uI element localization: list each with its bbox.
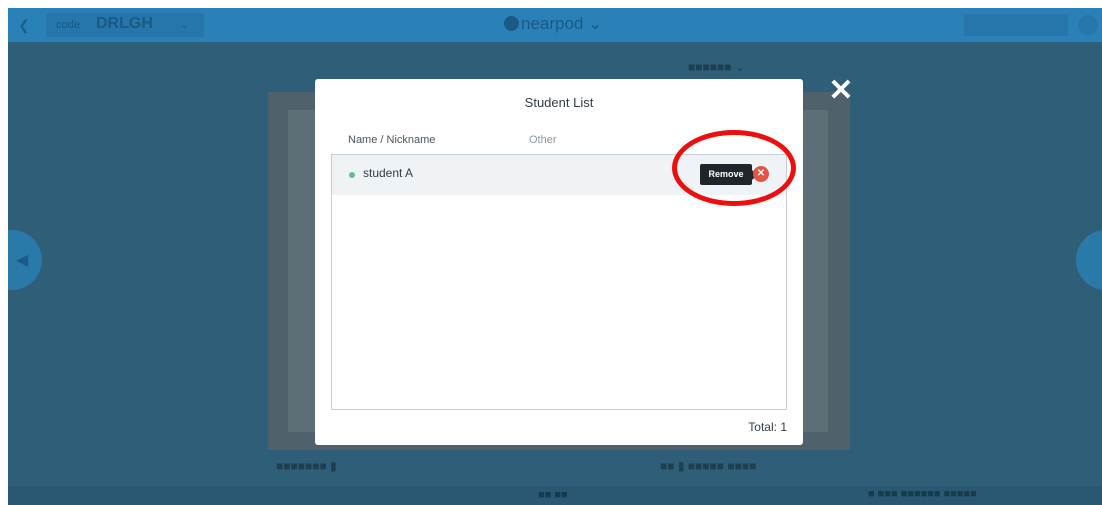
circle-icon[interactable] <box>1078 15 1098 35</box>
chevron-left-icon: ❮ <box>18 17 30 33</box>
topbar-action-button[interactable] <box>964 14 1068 36</box>
page-indicator: ■■ ■■ <box>538 489 568 501</box>
close-icon: ✕ <box>828 74 854 107</box>
chevron-down-icon: ⌄ <box>588 14 603 33</box>
modal-title: Student List <box>524 95 594 110</box>
brand-menu[interactable]: nearpod ⌄ <box>504 14 602 34</box>
previous-slide-button[interactable]: ◀ <box>8 230 42 290</box>
column-header-name: Name / Nickname <box>348 134 436 146</box>
highlight-annotation <box>672 130 796 206</box>
brand-name: nearpod <box>521 14 584 33</box>
slide-header-label: ■■■■■■ ⌄ <box>688 60 745 74</box>
slide-caption-right: ■■ ▮ ■■■■■ ■■■■ <box>660 459 757 473</box>
app-frame: ❮ code DRLGH ⌄ nearpod ⌄ ◀ ■■■■■■ ⌄ ■■■■… <box>8 8 1102 505</box>
brand-logo-icon <box>504 16 519 31</box>
join-code-prefix: code <box>56 19 80 31</box>
online-status-icon <box>349 172 355 178</box>
chevron-down-icon: ⌄ <box>180 19 190 31</box>
column-header-other: Other <box>529 134 557 146</box>
arrow-left-icon: ◀ <box>16 252 29 269</box>
slide-caption-left: ■■■■■■■ ▮ <box>276 459 337 473</box>
student-name: student A <box>363 166 414 180</box>
join-code-dropdown[interactable]: code DRLGH ⌄ <box>46 13 204 37</box>
bottom-status-label: ■ ■■■ ■■■■■■ ■■■■■ <box>868 488 977 500</box>
next-slide-button[interactable] <box>1076 230 1102 290</box>
back-button[interactable]: ❮ <box>14 15 34 35</box>
total-count: Total: 1 <box>748 420 787 434</box>
join-code-value: DRLGH <box>96 15 153 32</box>
top-bar: ❮ code DRLGH ⌄ nearpod ⌄ <box>8 8 1102 42</box>
close-modal-button[interactable]: ✕ <box>828 76 854 106</box>
